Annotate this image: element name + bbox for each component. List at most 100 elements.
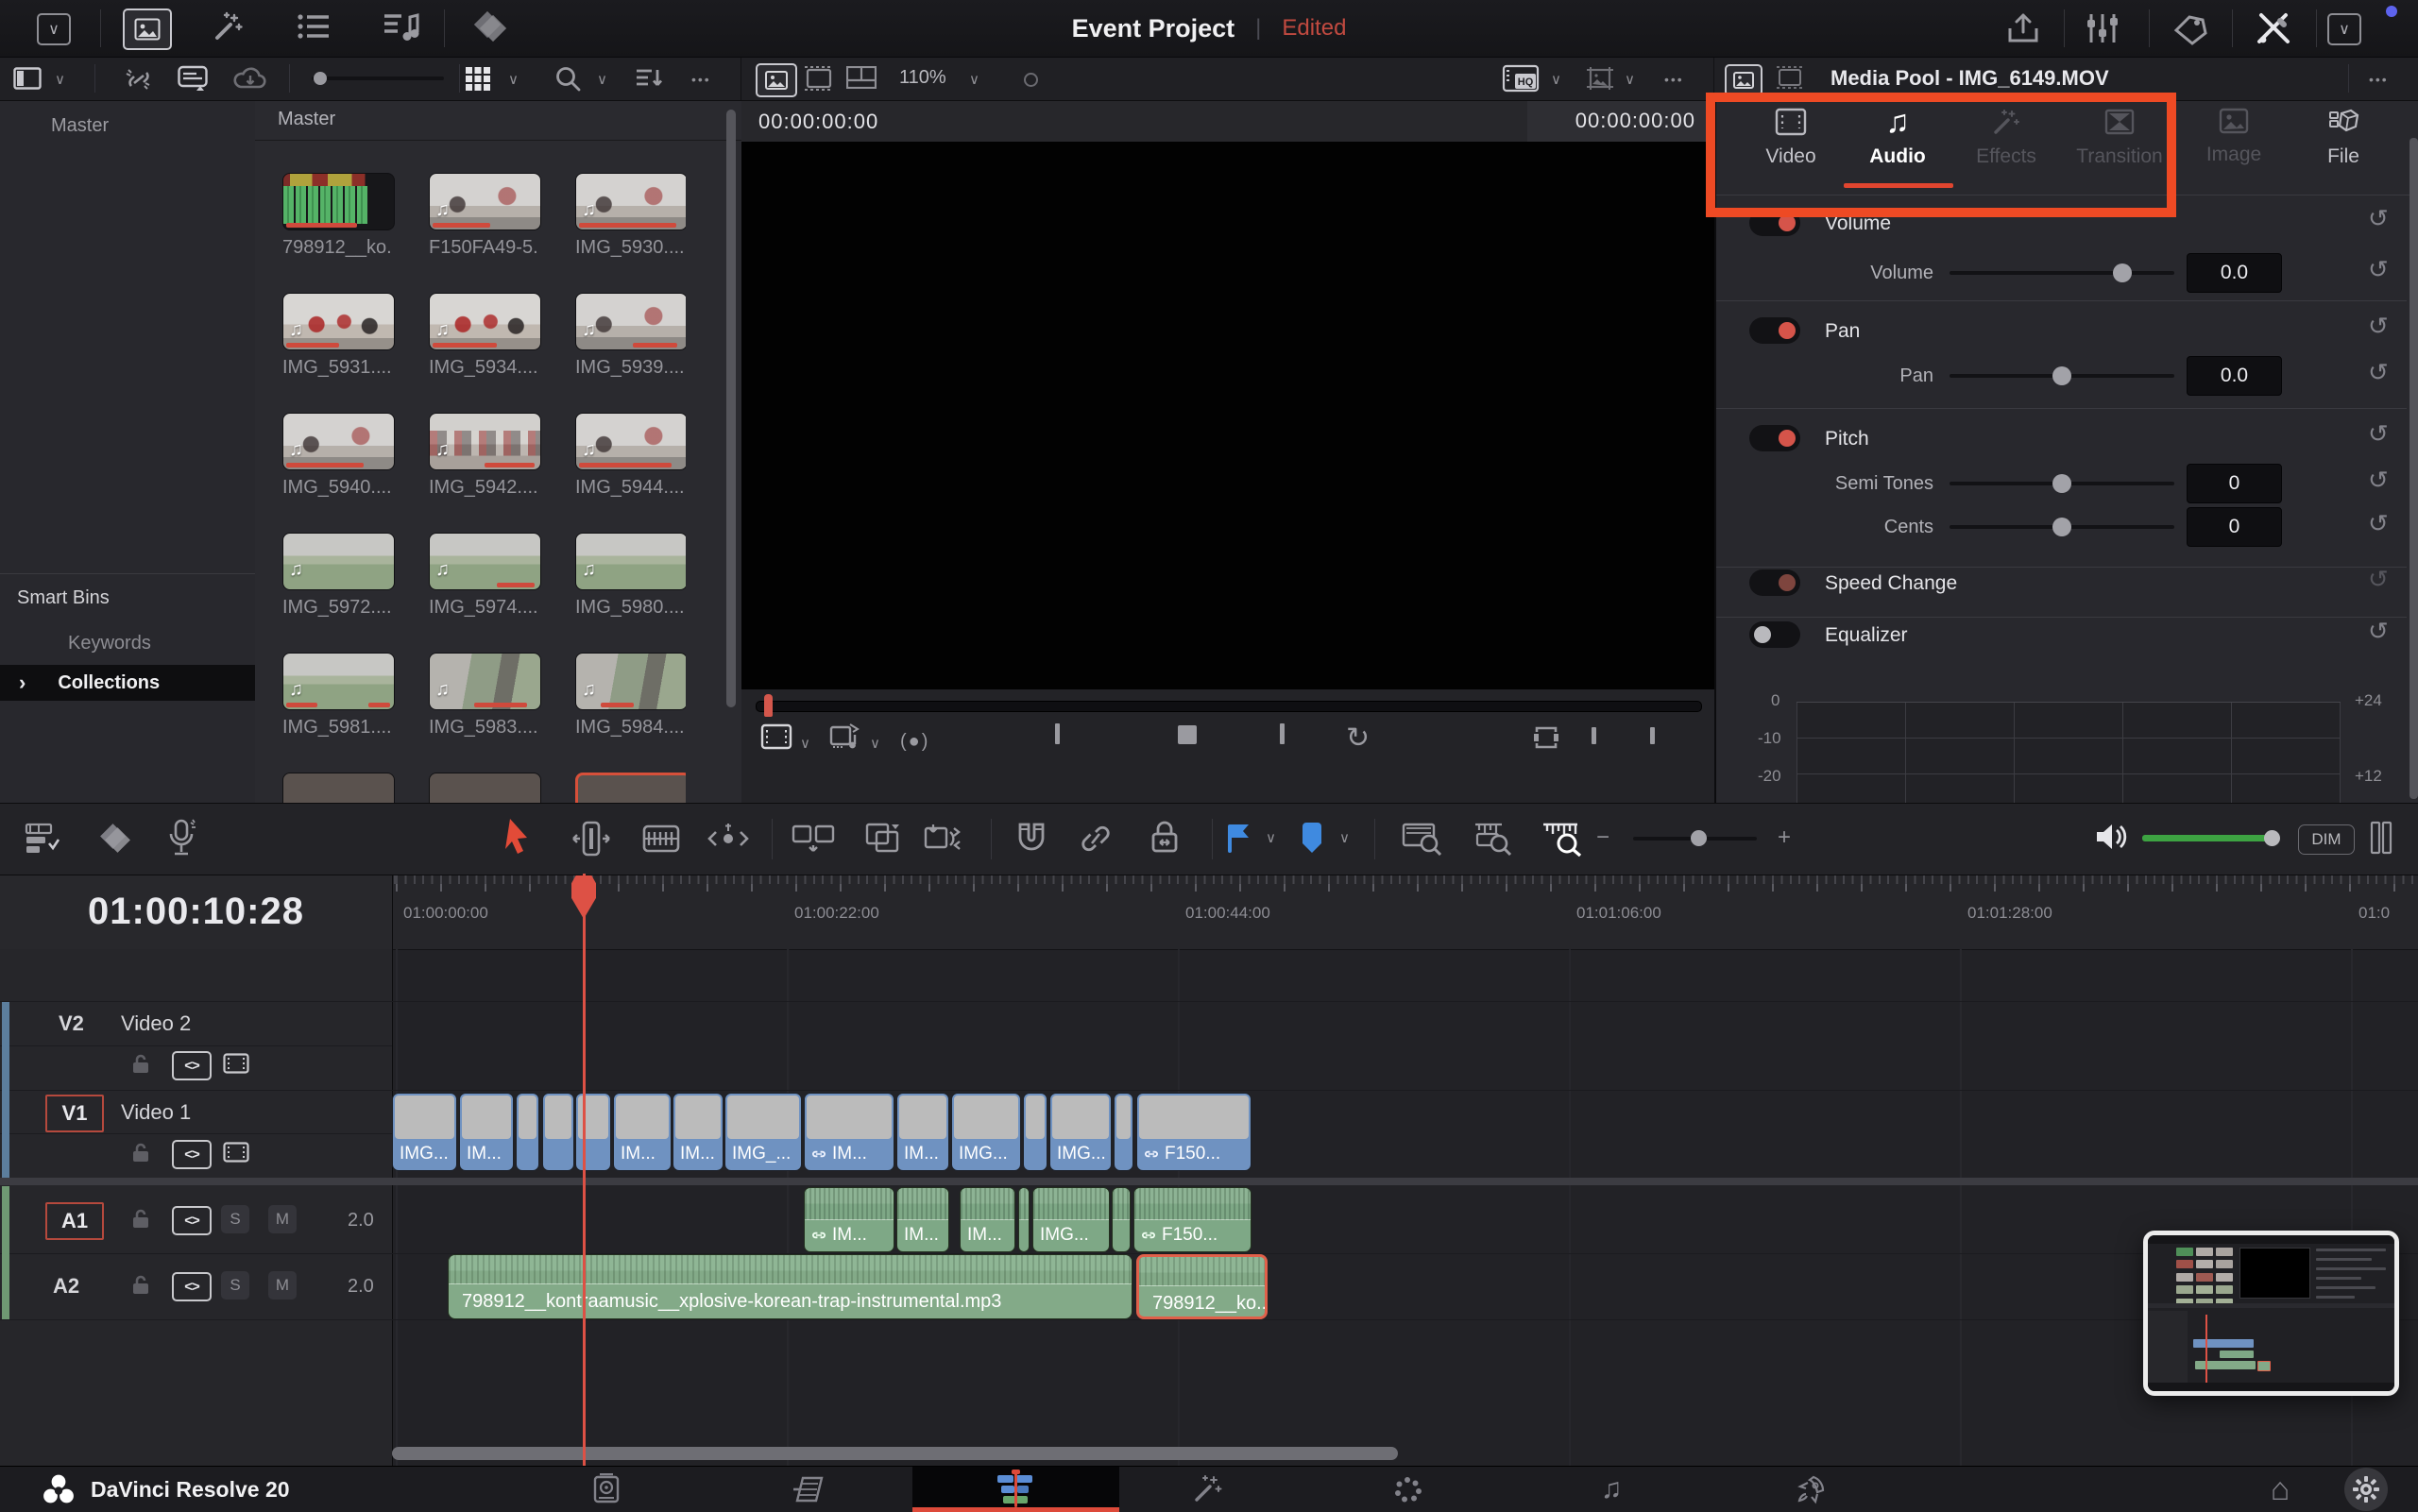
media-clip[interactable]: ♫IMG_5972.... (282, 533, 393, 653)
media-clip[interactable]: ♫IMG_5984.... (575, 653, 686, 773)
page-deliver[interactable] (1791, 1467, 1832, 1512)
page-cut[interactable] (790, 1467, 831, 1512)
zoom-custom-button[interactable] (1541, 821, 1583, 857)
chevron-down-icon[interactable]: ∨ (1551, 71, 1561, 88)
cents-value-field[interactable]: 0 (2187, 507, 2282, 547)
inspector-scrollbar[interactable] (2409, 138, 2418, 799)
match-frame-button[interactable] (1531, 725, 1561, 750)
home-button[interactable]: ⌂ (2259, 1467, 2301, 1512)
timeline-clip-audio[interactable]: F150... (1133, 1187, 1252, 1252)
volume-slider[interactable] (1950, 271, 2174, 275)
timeline-clip-video[interactable]: IM... (673, 1093, 724, 1171)
voiceover-button[interactable] (164, 819, 198, 858)
media-clip[interactable]: ♫IMG_5983.... (429, 653, 539, 773)
page-fairlight[interactable]: ♫ (1591, 1467, 1632, 1512)
track-v2-autoselect[interactable]: <> (172, 1051, 212, 1080)
audio-trim-view-button[interactable] (828, 722, 862, 752)
media-clip[interactable]: ♫IMG_5980.... (575, 533, 686, 653)
mixer-toggle-button[interactable] (2369, 821, 2393, 855)
relink-media-button[interactable] (123, 66, 155, 93)
trim-edit-mode-button[interactable] (570, 821, 612, 857)
metadata-button[interactable] (2171, 11, 2210, 45)
slider-thumb[interactable] (1691, 830, 1707, 846)
timeline-clip-audio[interactable] (1112, 1187, 1131, 1252)
bin-item-keywords[interactable]: Keywords (68, 633, 151, 654)
timeline-clip-video[interactable] (1114, 1093, 1133, 1171)
pitch-keyframe-reset-icon[interactable]: ↺ (2368, 419, 2389, 449)
media-clip[interactable]: ♫IMG_5939.... (575, 293, 686, 413)
media-clip[interactable]: ♫IMG_5931.... (282, 293, 393, 413)
semitones-slider[interactable] (1950, 482, 2174, 485)
search-button[interactable] (553, 65, 582, 93)
track-a1-solo-button[interactable]: S (221, 1205, 249, 1233)
chevron-down-icon[interactable]: ∨ (597, 71, 607, 88)
go-to-last-frame-button[interactable] (1276, 723, 1285, 744)
timeline-clip-video[interactable]: F150... (1136, 1093, 1252, 1171)
chevron-down-icon[interactable]: ∨ (55, 71, 65, 88)
screenshot-preview-window[interactable] (2143, 1231, 2399, 1396)
tab-audio[interactable]: ♫ Audio (1846, 108, 1950, 193)
timeline-clip-audio[interactable]: IMG... (1032, 1187, 1110, 1252)
cloud-media-button[interactable] (232, 64, 268, 93)
volume-toggle[interactable] (1749, 210, 1800, 236)
timeline-zoom-slider[interactable] (1633, 837, 1757, 841)
snapping-button[interactable] (1013, 821, 1050, 857)
viewer-screen[interactable] (741, 142, 1714, 689)
panel-layout-button[interactable]: ∨ (2327, 13, 2361, 45)
track-v2-film-icon[interactable] (223, 1053, 249, 1074)
speed-change-reset-icon[interactable]: ↺ (2368, 565, 2389, 594)
media-clip[interactable]: ♫IMG_5940.... (282, 413, 393, 533)
media-clip[interactable]: ♫IMG_5942.... (429, 413, 539, 533)
viewer-thumbnail-mode-button[interactable] (756, 63, 797, 97)
timeline-clip-video[interactable] (575, 1093, 611, 1171)
bin-item-master[interactable]: Master (51, 115, 109, 137)
position-lock-button[interactable] (1147, 819, 1183, 857)
zoom-out-button[interactable]: − (1596, 824, 1609, 851)
more-options-button[interactable]: ••• (1664, 72, 1684, 87)
track-a2-autoselect[interactable]: <> (172, 1272, 212, 1301)
tab-file[interactable]: File (2291, 108, 2395, 193)
pan-slider[interactable] (1950, 374, 2174, 378)
timeline-clip-video[interactable]: IMG... (392, 1093, 457, 1171)
tab-video[interactable]: Video (1739, 108, 1843, 193)
track-v2-lock-icon[interactable] (130, 1053, 151, 1076)
chevron-down-icon[interactable]: ∨ (969, 71, 979, 88)
tab-transition[interactable]: Transition (2068, 108, 2171, 193)
chevron-down-icon[interactable]: ∨ (508, 71, 519, 88)
edit-index-button[interactable] (297, 11, 331, 42)
viewer-split-mode-button[interactable] (846, 66, 877, 89)
playback-quality-button[interactable]: HQ (1502, 64, 1540, 93)
workspace-switch-button[interactable]: ∨ (37, 13, 71, 45)
selection-mode-button[interactable] (502, 817, 533, 858)
timeline-clip-audio[interactable] (1018, 1187, 1030, 1252)
grid-view-button[interactable] (465, 66, 491, 91)
zoom-full-extent-button[interactable] (1402, 821, 1443, 857)
slider-thumb[interactable] (2052, 518, 2071, 536)
export-project-button[interactable] (2004, 11, 2042, 45)
track-a1-autoselect[interactable]: <> (172, 1206, 212, 1235)
bin-item-collections[interactable]: › Collections (0, 665, 255, 701)
timeline-clip-video[interactable]: IM... (613, 1093, 672, 1171)
track-a2-id[interactable]: A2 (53, 1274, 79, 1299)
timeline-track-area[interactable] (392, 949, 2418, 1466)
stop-button[interactable] (1178, 725, 1197, 744)
media-clip-selected[interactable] (575, 773, 686, 803)
timeline-clip-audio[interactable]: IM... (804, 1187, 894, 1252)
timeline-clip-video[interactable] (516, 1093, 539, 1171)
equalizer-toggle[interactable] (1749, 621, 1800, 648)
effects-library-button[interactable] (210, 9, 246, 45)
page-color[interactable] (1387, 1467, 1428, 1512)
project-settings-button[interactable] (2344, 1468, 2388, 1511)
timeline-clip-video[interactable]: IM... (459, 1093, 514, 1171)
timeline-clip-audio[interactable]: IM... (896, 1187, 949, 1252)
pan-reset-icon[interactable]: ↺ (2368, 358, 2389, 387)
zoom-in-button[interactable]: + (1778, 824, 1791, 851)
track-v1-name[interactable]: Video 1 (121, 1100, 191, 1125)
marker-button[interactable] (1300, 823, 1324, 855)
speed-change-toggle[interactable] (1749, 569, 1800, 596)
track-v1-lock-icon[interactable] (130, 1142, 151, 1164)
viewer-source-mode-button[interactable] (760, 723, 792, 750)
viewer-filmstrip-mode-button[interactable] (803, 65, 835, 92)
bin-panel-toggle[interactable] (13, 67, 42, 90)
sort-button[interactable] (635, 66, 663, 91)
